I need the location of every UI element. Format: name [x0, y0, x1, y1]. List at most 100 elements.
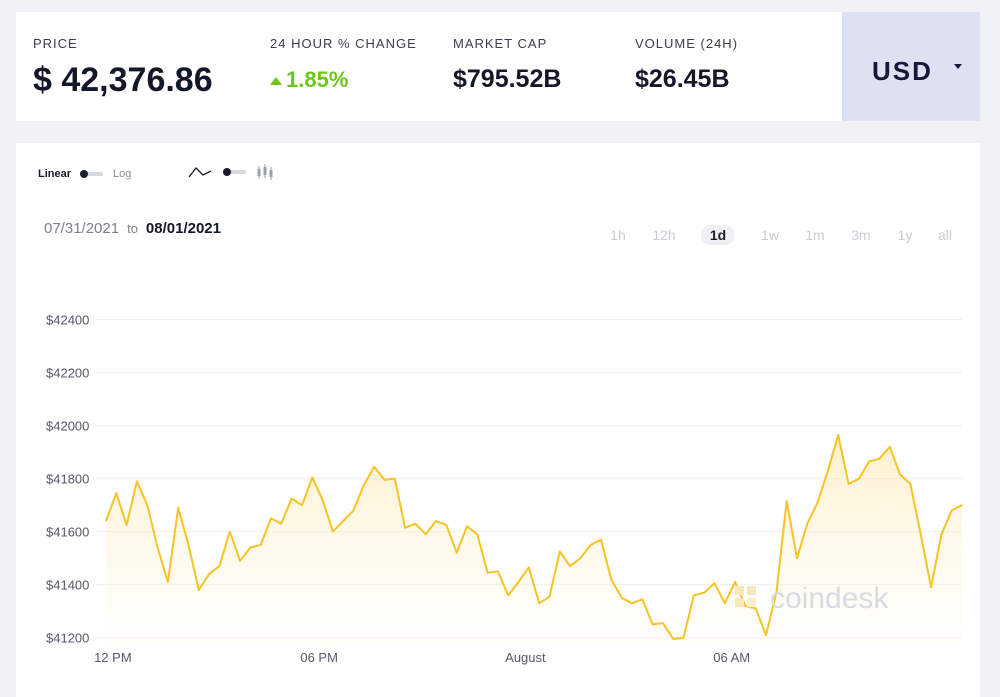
price-point [528, 566, 530, 568]
price-point [909, 483, 912, 485]
price-point [920, 533, 922, 535]
price-point [827, 470, 829, 472]
price-point [301, 504, 303, 506]
y-tick-label: $41400 [46, 578, 89, 593]
price-point [311, 476, 313, 478]
price-header: PRICE $ 42,376.86 24 HOUR % CHANGE 1.85%… [16, 12, 980, 121]
coindesk-logo-icon [735, 586, 756, 607]
change-stat: 24 HOUR % CHANGE 1.85% [270, 36, 417, 93]
chart-panel: Linear Log 07/31/2021 to 08/01/2021 1h 12h… [16, 143, 980, 697]
x-tick-label: 06 PM [300, 650, 338, 665]
y-tick-label: $41800 [46, 472, 89, 487]
y-tick-label: $42200 [46, 366, 89, 381]
price-point [631, 602, 633, 604]
price-point [662, 622, 664, 624]
market-cap-value: $795.52B [453, 65, 562, 93]
price-point [786, 500, 788, 502]
price-point [167, 581, 169, 583]
price-point [899, 474, 901, 476]
y-axis: $42400 $42200 $42000 $41800 $41600 $41400 $412… [46, 313, 89, 646]
price-point [414, 523, 416, 525]
price-point [136, 480, 138, 482]
price-point [548, 596, 551, 598]
volume-stat: VOLUME (24H) $26.45B [635, 36, 738, 94]
volume-label: VOLUME (24H) [635, 36, 739, 51]
currency-label: USD [872, 56, 933, 86]
market-cap-label: MARKET CAP [453, 36, 548, 51]
y-tick-label: $42400 [46, 313, 89, 328]
price-point [476, 533, 478, 535]
price-point [487, 572, 489, 574]
change-label: 24 HOUR % CHANGE [270, 36, 417, 51]
price-point [951, 509, 953, 511]
price-point [332, 531, 334, 533]
price-point [517, 581, 520, 583]
price-point [218, 565, 220, 567]
watermark-text: coindesk [770, 582, 889, 615]
price-point [239, 560, 241, 562]
price-point [837, 434, 839, 436]
price-point [146, 504, 148, 506]
price-point [600, 539, 602, 541]
price-point [930, 586, 932, 588]
price-point [682, 637, 685, 639]
x-tick-label: August [505, 650, 546, 665]
price-value: $ 42,376.86 [33, 61, 213, 99]
coindesk-watermark: coindesk [732, 582, 888, 616]
price-point [579, 557, 582, 559]
price-point [229, 531, 231, 533]
price-stat: PRICE $ 42,376.86 [33, 36, 213, 100]
price-point [466, 525, 468, 527]
price-point [280, 523, 282, 525]
caret-down-icon [954, 64, 962, 69]
price-point [404, 527, 406, 529]
price-point [848, 483, 850, 485]
price-point [105, 520, 107, 522]
price-point [961, 504, 963, 506]
price-point [507, 594, 509, 596]
price-point [445, 524, 447, 526]
price-point [610, 578, 612, 580]
market-cap-stat: MARKET CAP $795.52B [453, 36, 561, 94]
y-tick-label: $41600 [46, 525, 89, 540]
price-point [817, 501, 819, 504]
price-point [559, 550, 561, 553]
price-point [672, 638, 674, 640]
x-axis: 12 PM 06 PM August 06 AM [94, 650, 750, 665]
price-point [497, 570, 499, 572]
price-point [858, 478, 860, 480]
price-point [456, 552, 458, 554]
x-tick-label: 12 PM [94, 650, 132, 665]
price-point [260, 544, 262, 546]
price-point [383, 479, 386, 481]
price-point [177, 507, 179, 509]
price-point [352, 509, 355, 511]
price-point [322, 499, 324, 501]
y-tick-label: $41200 [46, 631, 89, 646]
change-value-row: 1.85% [270, 67, 417, 93]
price-point [435, 520, 437, 522]
price-point [621, 597, 623, 599]
price-point [693, 594, 695, 596]
up-triangle-icon [270, 77, 282, 86]
price-point [806, 523, 808, 525]
change-value: 1.85% [286, 67, 349, 92]
price-point [249, 546, 251, 549]
price-point [126, 524, 128, 526]
price-point [868, 460, 870, 462]
price-point [641, 598, 643, 600]
price-point [724, 602, 726, 604]
price-point [713, 582, 716, 584]
price-point [889, 446, 891, 448]
price-point [157, 546, 159, 549]
currency-dropdown[interactable]: USD [842, 12, 980, 121]
price-point [187, 544, 190, 546]
price-label: PRICE [33, 36, 78, 51]
price-point [425, 533, 427, 535]
volume-value: $26.45B [635, 65, 730, 93]
price-point [940, 533, 943, 535]
price-point [703, 592, 705, 594]
x-tick-label: 06 AM [713, 650, 750, 665]
price-point [198, 589, 200, 591]
y-tick-label: $42000 [46, 419, 89, 434]
